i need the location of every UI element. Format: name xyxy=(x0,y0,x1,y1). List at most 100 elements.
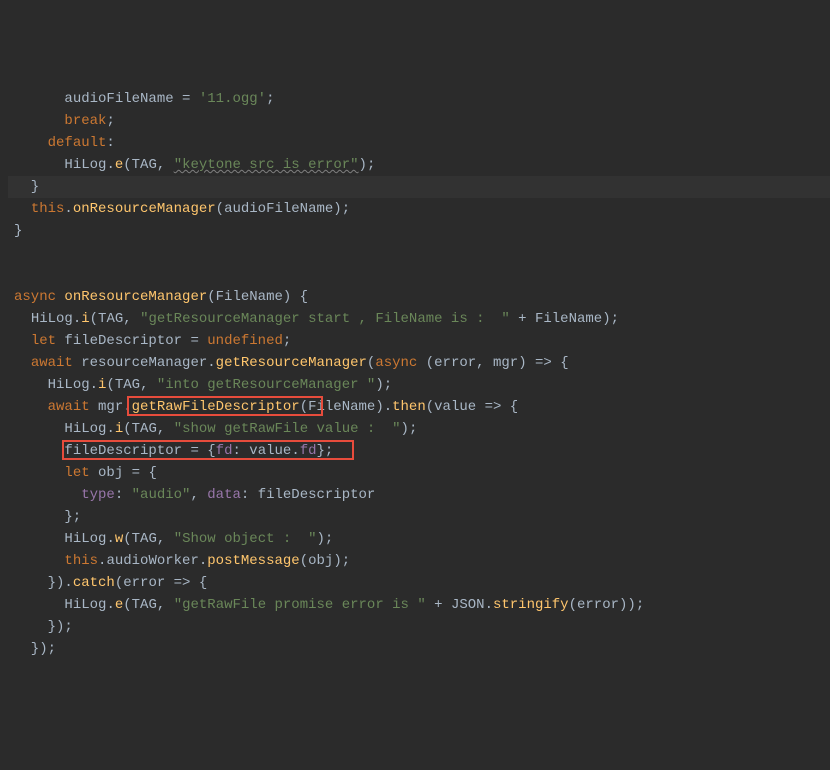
code-token: "getRawFile promise error is " xyxy=(174,597,426,613)
code-line[interactable]: let obj = { xyxy=(8,462,830,484)
code-token: i xyxy=(81,311,89,327)
code-token: "getResourceManager start , FileName is … xyxy=(140,311,510,327)
code-line[interactable]: HiLog.i(TAG, "show getRawFile value : ")… xyxy=(8,418,830,440)
code-token: ) xyxy=(317,531,325,547)
code-token: await xyxy=(48,399,98,415)
code-line[interactable] xyxy=(8,264,830,286)
code-token xyxy=(14,135,48,151)
code-token: }; xyxy=(317,443,334,459)
code-token: mgr xyxy=(493,355,518,371)
code-token: "show getRawFile value : " xyxy=(174,421,401,437)
code-token: . xyxy=(73,311,81,327)
code-line[interactable]: HiLog.w(TAG, "Show object : "); xyxy=(8,528,830,550)
code-line[interactable]: } xyxy=(8,176,830,198)
code-token: , xyxy=(190,487,207,503)
code-line[interactable]: type: "audio", data: fileDescriptor xyxy=(8,484,830,506)
code-line[interactable]: HiLog.e(TAG, "getRawFile promise error i… xyxy=(8,594,830,616)
code-token: w xyxy=(115,531,123,547)
code-token: error xyxy=(123,575,173,591)
code-token: , xyxy=(157,531,174,547)
code-line[interactable]: }; xyxy=(8,506,830,528)
code-token: HiLog xyxy=(64,157,106,173)
code-token: ( xyxy=(123,421,131,437)
code-token: ( xyxy=(300,399,308,415)
code-token: . xyxy=(123,399,131,415)
code-line[interactable]: fileDescriptor = {fd: value.fd}; xyxy=(8,440,830,462)
code-token: mgr xyxy=(98,399,123,415)
code-token: fileDescriptor xyxy=(64,333,190,349)
code-token: = xyxy=(182,91,199,107)
code-line[interactable]: this.onResourceManager(audioFileName); xyxy=(8,198,830,220)
code-token: ) xyxy=(401,421,409,437)
code-line[interactable]: HiLog.e(TAG, "keytone src is error"); xyxy=(8,154,830,176)
code-token xyxy=(14,91,64,107)
code-token: let xyxy=(64,465,98,481)
code-token: ( xyxy=(123,157,131,173)
code-token xyxy=(14,487,81,503)
code-token: ) xyxy=(333,553,341,569)
code-token: HiLog xyxy=(64,597,106,613)
code-token: }); xyxy=(14,619,73,635)
code-line[interactable]: }).catch(error => { xyxy=(8,572,830,594)
code-token: TAG xyxy=(132,531,157,547)
code-token xyxy=(14,201,31,217)
code-token: . xyxy=(90,377,98,393)
code-token xyxy=(14,113,64,129)
code-token: => { xyxy=(485,399,519,415)
code-line[interactable]: HiLog.i(TAG, "into getResourceManager ")… xyxy=(8,374,830,396)
code-token: postMessage xyxy=(207,553,299,569)
code-line[interactable]: await mgr.getRawFileDescriptor(FileName)… xyxy=(8,396,830,418)
code-token: HiLog xyxy=(64,531,106,547)
code-token: value xyxy=(434,399,484,415)
code-token: default xyxy=(48,135,107,151)
code-token: ( xyxy=(90,311,98,327)
code-token: , xyxy=(157,597,174,613)
code-token: : xyxy=(232,443,249,459)
code-line[interactable]: default: xyxy=(8,132,830,154)
code-token: fileDescriptor xyxy=(258,487,376,503)
code-token: obj xyxy=(308,553,333,569)
code-token: data xyxy=(207,487,241,503)
code-token: audioWorker xyxy=(106,553,198,569)
code-line[interactable] xyxy=(8,242,830,264)
code-token: this xyxy=(31,201,65,217)
code-token: type xyxy=(81,487,115,503)
code-token xyxy=(14,399,48,415)
code-token: catch xyxy=(73,575,115,591)
code-token: ( xyxy=(216,201,224,217)
code-token: "keytone src is error" xyxy=(174,157,359,173)
code-token: : xyxy=(115,487,132,503)
code-token: ) => { xyxy=(518,355,568,371)
code-token: let xyxy=(31,333,65,349)
code-token: "Show object : " xyxy=(174,531,317,547)
code-line[interactable]: HiLog.i(TAG, "getResourceManager start ,… xyxy=(8,308,830,330)
code-line[interactable]: this.audioWorker.postMessage(obj); xyxy=(8,550,830,572)
code-token: audioFileName xyxy=(64,91,182,107)
code-token: } xyxy=(14,223,22,239)
code-line[interactable]: await resourceManager.getResourceManager… xyxy=(8,352,830,374)
code-token: FileName xyxy=(308,399,375,415)
code-token: , xyxy=(123,311,140,327)
code-token: '11.ogg' xyxy=(199,91,266,107)
code-line[interactable]: }); xyxy=(8,638,830,660)
code-line[interactable]: audioFileName = '11.ogg'; xyxy=(8,88,830,110)
code-line[interactable]: }); xyxy=(8,616,830,638)
code-line[interactable]: async onResourceManager(FileName) { xyxy=(8,286,830,308)
code-token: HiLog xyxy=(64,421,106,437)
code-token: ( xyxy=(300,553,308,569)
code-token: onResourceManager xyxy=(64,289,207,305)
code-editor[interactable]: audioFileName = '11.ogg'; break; default… xyxy=(0,88,830,660)
code-line[interactable]: break; xyxy=(8,110,830,132)
code-token xyxy=(14,377,48,393)
code-token: : xyxy=(106,135,114,151)
code-token: ( xyxy=(106,377,114,393)
code-token: ) xyxy=(602,311,610,327)
code-token: e xyxy=(115,157,123,173)
code-line[interactable]: } xyxy=(8,220,830,242)
code-token: }). xyxy=(14,575,73,591)
code-token: ( xyxy=(426,355,434,371)
code-token: . xyxy=(106,531,114,547)
code-token: . xyxy=(106,421,114,437)
code-line[interactable]: let fileDescriptor = undefined; xyxy=(8,330,830,352)
code-token: ; xyxy=(342,553,350,569)
